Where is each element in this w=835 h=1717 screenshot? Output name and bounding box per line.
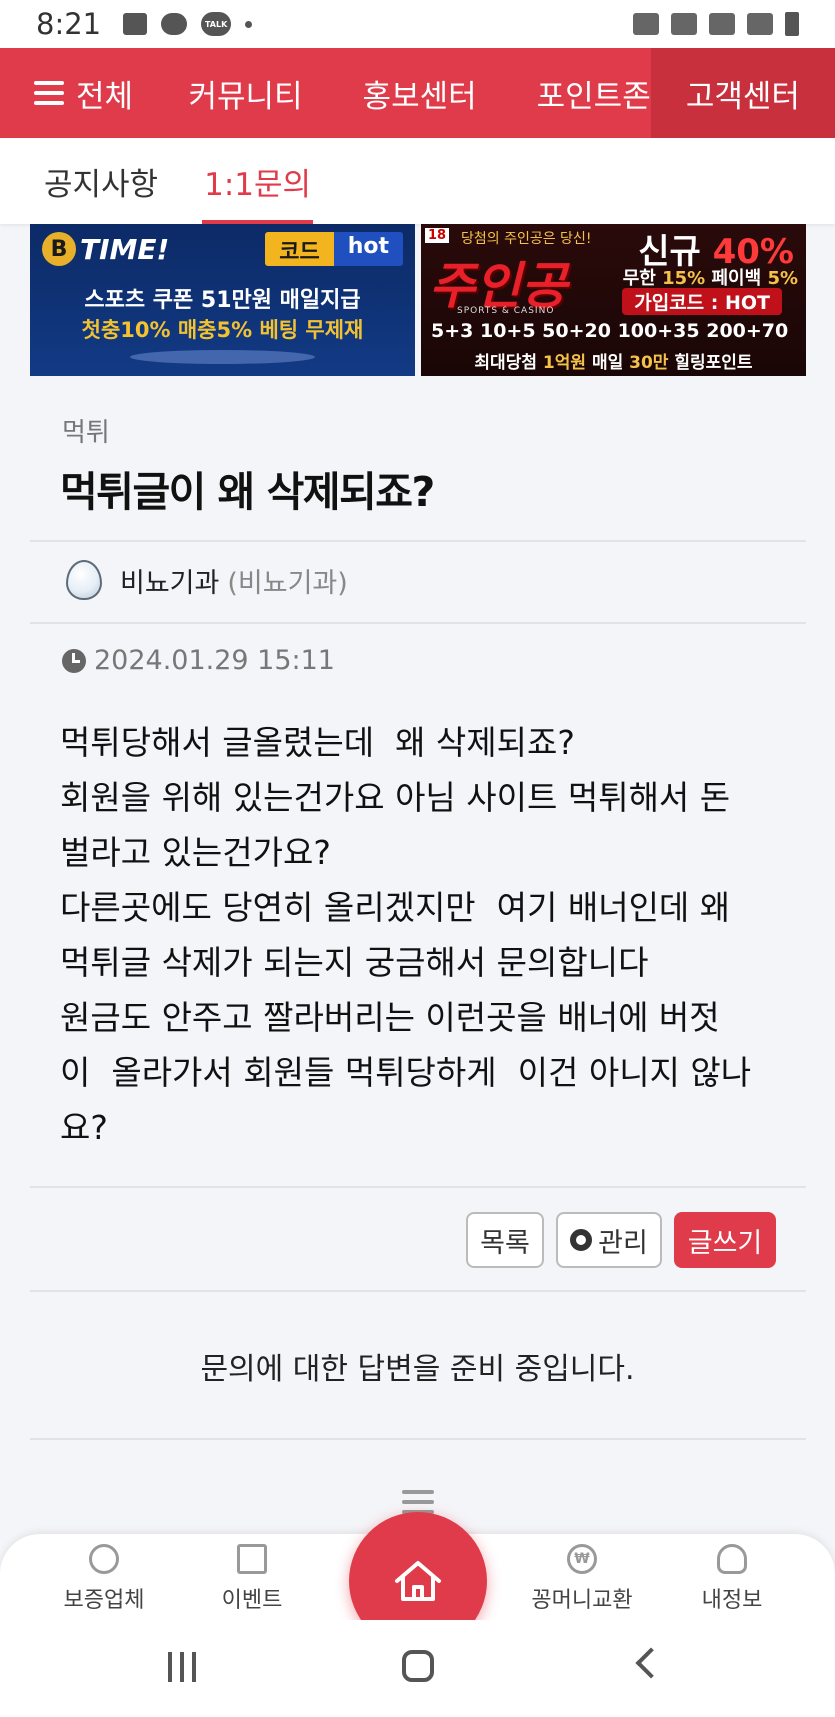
post-body-line: 먹튀글 삭제가 되는지 궁금해서 문의합니다 bbox=[60, 943, 649, 982]
author-row[interactable]: 비뇨기과 (비뇨기과) bbox=[66, 560, 348, 600]
post-body-line: 요? bbox=[60, 1108, 108, 1147]
post-body-line: 벌라고 있는건가요? bbox=[60, 833, 331, 872]
divider bbox=[30, 1290, 806, 1292]
btime-code-badge: 코드 hot bbox=[265, 232, 403, 266]
clock-icon bbox=[62, 648, 86, 673]
mute-icon bbox=[671, 13, 697, 35]
bottom-nav-guarantee[interactable]: 보증업체 bbox=[44, 1544, 164, 1614]
nav-item-point[interactable]: 포인트존 bbox=[537, 48, 651, 138]
person-icon bbox=[717, 1544, 747, 1574]
won-coin-icon: ₩ bbox=[567, 1544, 597, 1574]
post-title: 먹튀글이 왜 삭제되죠? bbox=[60, 468, 435, 516]
btime-line1: 스포츠 쿠폰 51만원 매일지급 bbox=[84, 288, 361, 313]
signal-icon bbox=[747, 13, 773, 35]
write-button[interactable]: 글쓰기 bbox=[674, 1212, 776, 1268]
drag-handle-icon[interactable] bbox=[402, 1490, 434, 1514]
post-body-line: 다른곳에도 당연히 올리겠지만 여기 배너인데 왜 bbox=[60, 888, 731, 927]
post-date: 2024.01.29 15:11 bbox=[94, 645, 335, 676]
admin-button[interactable]: 관리 bbox=[556, 1212, 662, 1268]
recent-apps-icon[interactable] bbox=[168, 1652, 196, 1682]
home-icon bbox=[393, 1559, 443, 1603]
juingong-payback: 무한 15% 페이백 5% bbox=[622, 268, 798, 289]
top-nav: 전체 커뮤니티 홍보센터 포인트존 고객센터 bbox=[0, 48, 835, 138]
post-body-line: 먹튀당해서 글올렸는데 왜 삭제되죠? bbox=[60, 723, 575, 762]
admin-button-label: 관리 bbox=[598, 1227, 648, 1259]
banner-btime[interactable]: B TIME! 코드 hot 스포츠 쿠폰 51만원 매일지급 첫충10% 매충… bbox=[30, 224, 415, 376]
banner-row: B TIME! 코드 hot 스포츠 쿠폰 51만원 매일지급 첫충10% 매충… bbox=[30, 224, 806, 376]
post-body-line: 이 올라가서 회원들 먹튀당하게 이건 아니지 않나 bbox=[60, 1053, 752, 1092]
hamburger-icon bbox=[34, 81, 64, 105]
menu-all-button[interactable]: 전체 bbox=[0, 48, 146, 138]
more-dot-icon bbox=[245, 20, 253, 28]
bottom-nav-exchange[interactable]: ₩ 꽁머니교환 bbox=[522, 1544, 642, 1614]
list-button[interactable]: 목록 bbox=[466, 1212, 544, 1268]
author-name: 비뇨기과 bbox=[120, 567, 220, 599]
post-category: 먹튀 bbox=[62, 418, 110, 448]
wifi-icon bbox=[709, 13, 735, 35]
badge-icon bbox=[89, 1544, 119, 1574]
juingong-sub: SPORTS & CASINO bbox=[457, 306, 555, 316]
sub-tabs: 공지사항 1:1문의 bbox=[0, 138, 835, 224]
post-body: 먹튀당해서 글올렸는데 왜 삭제되죠? 회원을 위해 있는건가요 아님 사이트 … bbox=[60, 715, 790, 1155]
post-date-row: 2024.01.29 15:11 bbox=[62, 645, 335, 676]
btime-line2: 첫충10% 매충5% 베팅 무제재 bbox=[81, 318, 364, 342]
system-nav-bar bbox=[0, 1620, 835, 1717]
menu-all-label: 전체 bbox=[76, 78, 134, 115]
author-id: (비뇨기과) bbox=[227, 567, 348, 599]
juingong-bonus: 5+3 10+5 50+20 100+35 200+70 bbox=[431, 320, 789, 342]
system-home-icon[interactable] bbox=[402, 1650, 434, 1682]
divider bbox=[30, 622, 806, 624]
divider bbox=[30, 540, 806, 542]
post-body-line: 회원을 위해 있는건가요 아님 사이트 먹튀해서 돈 bbox=[60, 778, 731, 817]
avatar bbox=[66, 560, 102, 600]
age-tag: 18 bbox=[425, 228, 450, 243]
back-icon[interactable] bbox=[635, 1647, 667, 1679]
btime-stage bbox=[130, 350, 315, 364]
nav-item-promo[interactable]: 홍보센터 bbox=[363, 48, 477, 138]
tab-notice[interactable]: 공지사항 bbox=[44, 138, 158, 224]
juingong-footer: 최대당첨 1억원 매일 30만 힐링포인트 bbox=[474, 353, 753, 373]
bottom-nav-event[interactable]: 이벤트 bbox=[192, 1544, 312, 1614]
answer-pending-message: 문의에 대한 답변을 준비 중입니다. bbox=[200, 1352, 635, 1387]
status-bar: 8:21 TALK bbox=[0, 0, 835, 48]
juingong-join-code: 가입코드 : HOT bbox=[622, 288, 782, 315]
tab-inquiry[interactable]: 1:1문의 bbox=[202, 138, 313, 224]
message-icon bbox=[161, 13, 188, 35]
banner-juingong[interactable]: 18 당첨의 주인공은 당신! 주인공 SPORTS & CASINO 신규 4… bbox=[421, 224, 806, 376]
gift-icon bbox=[237, 1544, 267, 1574]
battery-icon bbox=[785, 12, 799, 36]
post-body-line: 원금도 안주고 짤라버리는 이런곳을 배너에 버젓 bbox=[60, 998, 720, 1037]
key-icon bbox=[633, 13, 659, 35]
divider bbox=[30, 1186, 806, 1188]
gear-icon bbox=[570, 1229, 593, 1251]
status-time: 8:21 bbox=[36, 7, 102, 41]
bottom-nav-my-info[interactable]: 내정보 bbox=[672, 1544, 792, 1614]
nav-item-community[interactable]: 커뮤니티 bbox=[146, 48, 302, 138]
btime-logo: B TIME! bbox=[42, 232, 169, 266]
gallery-icon bbox=[123, 13, 148, 35]
nav-item-customer-center[interactable]: 고객센터 bbox=[650, 48, 835, 138]
divider bbox=[30, 1438, 806, 1440]
juingong-top-text: 당첨의 주인공은 당신! bbox=[461, 231, 592, 247]
talk-icon: TALK bbox=[201, 12, 232, 36]
